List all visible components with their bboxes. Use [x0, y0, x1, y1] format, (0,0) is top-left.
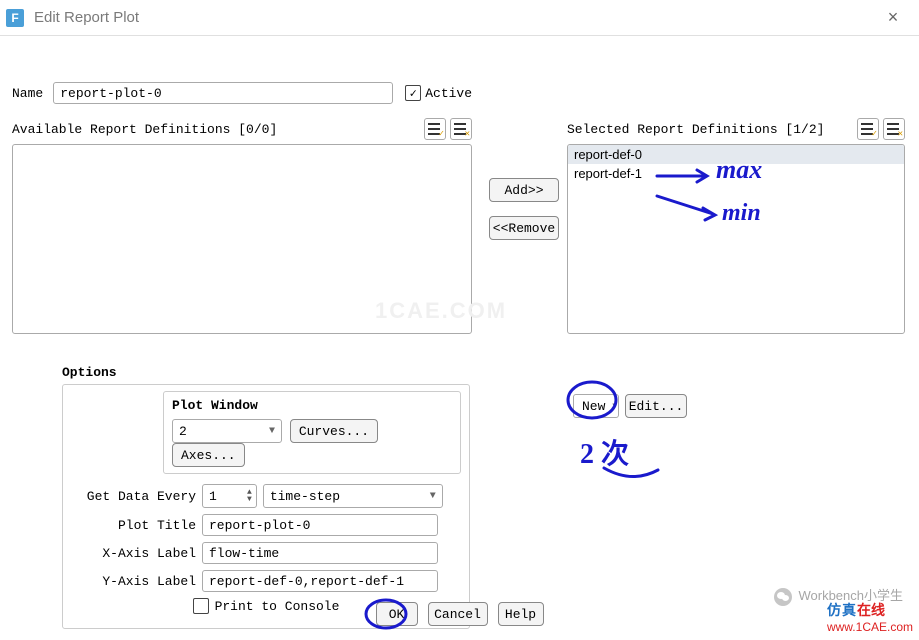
- selected-listbox[interactable]: report-def-0 report-def-1: [567, 144, 905, 334]
- app-icon: F: [6, 9, 24, 27]
- remove-button[interactable]: <<Remove: [489, 216, 559, 240]
- plot-window-label: Plot Window: [172, 398, 452, 413]
- new-button-label: New: [582, 399, 605, 414]
- timestep-value: time-step: [270, 489, 340, 504]
- options-title: Options: [62, 365, 470, 380]
- name-label: Name: [12, 86, 43, 101]
- plot-window-value: 2: [179, 424, 187, 439]
- two-times-annotation: 2 次: [580, 432, 629, 472]
- new-button[interactable]: New▾: [573, 394, 619, 418]
- add-button[interactable]: Add>>: [489, 178, 559, 202]
- y-axis-label-label: Y-Axis Label: [71, 574, 196, 589]
- y-axis-label-input[interactable]: [202, 570, 438, 592]
- selected-select-all-icon[interactable]: ✓: [857, 118, 879, 140]
- selected-header: Selected Report Definitions [1/2]: [567, 122, 824, 137]
- ok-button[interactable]: OK: [376, 602, 418, 626]
- available-deselect-all-icon[interactable]: ✕: [450, 118, 472, 140]
- get-data-label: Get Data Every: [71, 489, 196, 504]
- window-title: Edit Report Plot: [34, 9, 873, 26]
- active-checkbox[interactable]: [405, 85, 421, 101]
- available-select-all-icon[interactable]: ✓: [424, 118, 446, 140]
- list-item[interactable]: report-def-1: [568, 164, 904, 183]
- curves-button[interactable]: Curves...: [290, 419, 378, 443]
- plot-title-input[interactable]: [202, 514, 438, 536]
- get-data-value: 1: [209, 489, 247, 504]
- axes-button[interactable]: Axes...: [172, 443, 245, 467]
- selected-deselect-all-icon[interactable]: ✕: [883, 118, 905, 140]
- name-input[interactable]: [53, 82, 393, 104]
- timestep-select[interactable]: time-step▼: [263, 484, 443, 508]
- list-item[interactable]: report-def-0: [568, 145, 904, 164]
- cancel-button[interactable]: Cancel: [428, 602, 488, 626]
- edit-button[interactable]: Edit...: [625, 394, 687, 418]
- title-bar: F Edit Report Plot ×: [0, 0, 919, 36]
- plot-title-label: Plot Title: [71, 518, 196, 533]
- close-icon[interactable]: ×: [873, 7, 913, 28]
- help-button[interactable]: Help: [498, 602, 544, 626]
- x-axis-label-label: X-Axis Label: [71, 546, 196, 561]
- available-listbox[interactable]: [12, 144, 472, 334]
- get-data-spinner[interactable]: 1 ▲▼: [202, 484, 257, 508]
- plot-window-select[interactable]: 2▼: [172, 419, 282, 443]
- x-axis-label-input[interactable]: [202, 542, 438, 564]
- available-header: Available Report Definitions [0/0]: [12, 122, 277, 137]
- active-label: Active: [425, 86, 472, 101]
- underline-annotation: [602, 464, 662, 490]
